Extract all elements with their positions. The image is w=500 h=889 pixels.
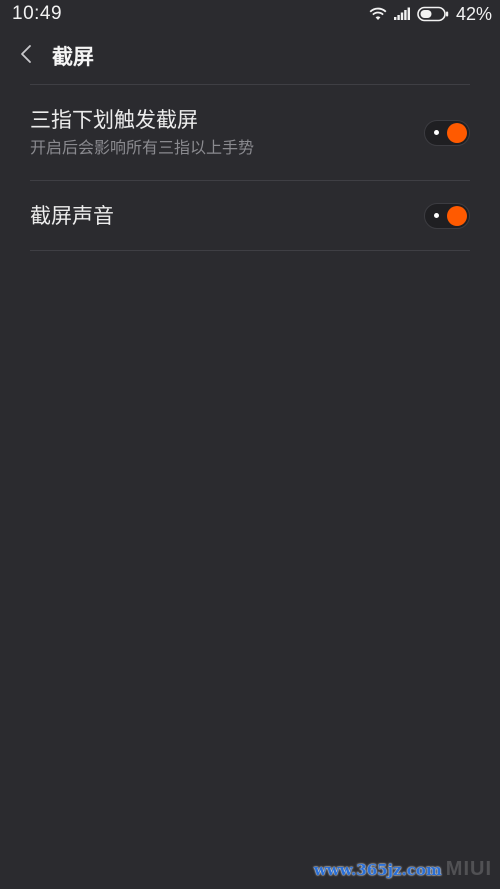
setting-row-three-finger-screenshot[interactable]: 三指下划触发截屏 开启后会影响所有三指以上手势 [30,85,470,181]
setting-text: 三指下划触发截屏 开启后会影响所有三指以上手势 [30,106,254,160]
setting-title: 三指下划触发截屏 [30,107,198,132]
setting-row-screenshot-sound[interactable]: 截屏声音 [30,181,470,251]
status-time: 10:49 [12,3,63,24]
chevron-left-icon [20,44,32,68]
status-bar: 10:49 42% [0,0,500,28]
toggle-indicator-dot [434,213,439,218]
screenshot-sound-toggle[interactable] [424,202,470,229]
status-icons: 42% [369,4,492,25]
watermark-brand: MIUI [445,858,492,880]
back-button[interactable] [0,28,52,84]
setting-subtitle: 开启后会影响所有三指以上手势 [30,137,255,157]
setting-title: 截屏声音 [30,203,114,228]
three-finger-toggle[interactable] [424,119,470,146]
battery-percent: 42% [455,3,492,24]
signal-icon [393,7,410,21]
wifi-icon [369,7,387,21]
page-title: 截屏 [52,45,94,69]
toggle-knob [447,122,467,143]
toggle-knob [447,205,467,226]
setting-text: 截屏声音 [30,202,114,230]
watermark-site: www.365jz.com [313,861,442,879]
battery-icon [417,6,449,22]
toggle-indicator-dot [434,130,439,135]
app-header: 截屏 [0,28,500,84]
watermark: www.365jz.com MIUI [314,858,492,881]
settings-list: 三指下划触发截屏 开启后会影响所有三指以上手势 截屏声音 [30,85,470,251]
